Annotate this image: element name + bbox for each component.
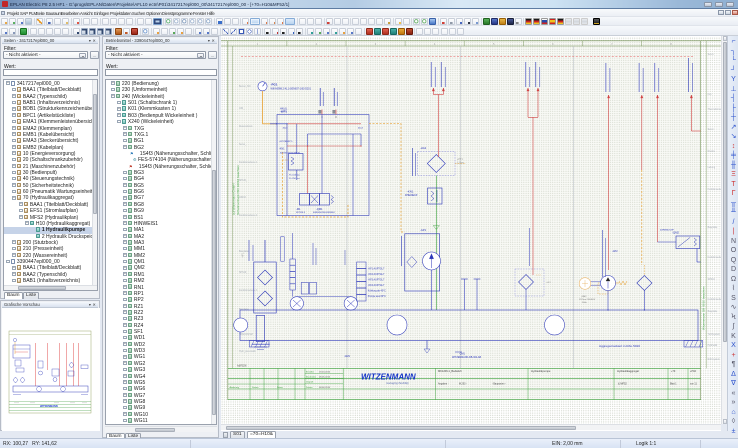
svg-text:TRAFO/GSM: TRAFO/GSM <box>239 333 253 336</box>
svg-text:Geprüft: Geprüft <box>306 381 314 384</box>
svg-text:50Hz: 50Hz <box>582 302 587 304</box>
svg-text:Bemer_NN: Bemer_NN <box>239 85 251 88</box>
svg-text:Änderung: Änderung <box>230 386 240 389</box>
svg-text:SPS10_: SPS10_ <box>239 272 248 274</box>
svg-text:-QM1: -QM1 <box>316 207 323 211</box>
svg-text:Hydraulikaggregat: Hydraulikaggregat <box>617 369 639 373</box>
svg-text:managing flexibility: managing flexibility <box>386 381 409 385</box>
svg-text:Datum: Datum <box>252 386 259 389</box>
svg-text:Reservekreis: Reservekreis <box>239 125 253 128</box>
svg-text:-PG1: -PG1 <box>271 83 278 87</box>
svg-text:+70: +70 <box>671 370 676 373</box>
svg-text:-HF2: -HF2 <box>546 282 552 284</box>
svg-text:-GM1: -GM1 <box>344 355 351 358</box>
svg-text:Funktionsebene 3: Funktionsebene 3 <box>239 289 258 292</box>
svg-text:Servo: Servo <box>708 128 715 131</box>
svg-text:-KN1: -KN1 <box>407 190 414 194</box>
svg-text:-M1: -M1 <box>296 207 301 211</box>
svg-text:Ersteller: Ersteller <box>306 370 314 373</box>
svg-text:-HF1: -HF1 <box>242 252 245 258</box>
svg-text:Funktionsebene 1: Funktionsebene 1 <box>708 188 721 191</box>
svg-text:RHEINECP: RHEINECP <box>405 194 418 197</box>
svg-text:MK1206-1_Bedieluft: MK1206-1_Bedieluft <box>438 369 462 373</box>
svg-text:Blatt 1: Blatt 1 <box>670 382 677 385</box>
svg-text:Bearbeitet: Bearbeitet <box>306 375 316 378</box>
svg-text:Drucks: Drucks <box>708 150 716 153</box>
svg-text:Leitung: Leitung <box>708 166 716 169</box>
svg-text:10N_: 10N_ <box>239 108 245 110</box>
svg-text:4WMM6J5X/F: 4WMM6J5X/F <box>660 230 675 232</box>
svg-text:& MF52: & MF52 <box>618 382 627 385</box>
svg-text:-KF2 AUFTGL7: -KF2 AUFTGL7 <box>368 273 385 276</box>
svg-text:Witzenmann DB 5010 beachten: Witzenmann DB 5010 beachten <box>702 286 706 330</box>
svg-text:-GM2: -GM2 <box>581 296 587 298</box>
svg-text:M.203 -: M.203 - <box>459 383 467 385</box>
svg-text:-KF3 AUFTGL7: -KF3 AUFTGL7 <box>368 279 385 282</box>
svg-text:08.06.2016: 08.06.2016 <box>319 376 331 378</box>
svg-text:WITZENMANN: WITZENMANN <box>40 404 58 408</box>
svg-text:Hydr_pneumatik: Hydr_pneumatik <box>239 350 257 353</box>
svg-text:Servo_: Servo_ <box>239 143 247 146</box>
svg-text:HKL6L: HKL6L <box>280 108 288 111</box>
svg-text:-KF4 AUFTGL7: -KF4 AUFTGL7 <box>368 284 385 287</box>
svg-text:Pumpe aus 60°C: Pumpe aus 60°C <box>368 295 386 298</box>
svg-text:Funktionsebene 1: Funktionsebene 1 <box>239 161 258 164</box>
svg-text:Funktionsebene 3: Funktionsebene 3 <box>708 298 721 301</box>
svg-text:10N02: 10N02 <box>239 197 246 199</box>
svg-text:Thermoforma: Thermoforma <box>708 108 721 111</box>
svg-text:Funktionsebene 2: Funktionsebene 2 <box>708 256 721 259</box>
svg-text:Tuchsystem: Tuchsystem <box>708 333 720 336</box>
svg-text:4bu3: 4bu3 <box>358 128 364 130</box>
svg-text:Servo: Servo <box>708 53 715 56</box>
svg-text:-GP2: -GP2 <box>612 250 618 253</box>
svg-text:Bauplatte: Bauplatte <box>239 308 249 311</box>
svg-text:18.04.2016: 18.04.2016 <box>319 371 331 373</box>
svg-text:Bauplatte: Bauplatte <box>239 250 249 253</box>
svg-text:BAV801/G3/4/SR-90: BAV801/G3/4/SR-90 <box>280 152 301 155</box>
svg-text:Hydraulik: Hydraulik <box>708 344 718 347</box>
svg-text:Bauplatte: Bauplatte <box>708 310 718 313</box>
svg-text:08.06.2016: 08.06.2016 <box>319 387 331 389</box>
svg-text:Funktionsebene 2: Funktionsebene 2 <box>239 214 258 217</box>
svg-text:Datum: Datum <box>306 386 313 389</box>
svg-text:Aggregat lackiert in RAL 5010: Aggregat lackiert in RAL 5010 <box>599 344 640 348</box>
svg-text:Rohrsystem: Rohrsystem <box>708 358 720 361</box>
svg-text:- Bauposten -: - Bauposten - <box>492 382 506 385</box>
svg-text:+H10: +H10 <box>690 370 697 373</box>
svg-text:Kühlung ab 40°C: Kühlung ab 40°C <box>368 290 386 293</box>
svg-text:1270cm 230/400V: 1270cm 230/400V <box>579 299 596 301</box>
svg-text:-HG2: -HG2 <box>420 146 427 150</box>
svg-text:A&F52/8: A&F52/8 <box>237 365 247 368</box>
svg-text:Name: Name <box>277 387 284 389</box>
svg-text:Schutzvermerk ISO 16016 beacht: Schutzvermerk ISO 16016 beachten <box>236 165 240 215</box>
svg-text:-KF1 AUFTGL7: -KF1 AUFTGL7 <box>368 268 385 271</box>
svg-text:4WE6D62/EG24N9K4: 4WE6D62/EG24N9K4 <box>313 212 335 214</box>
svg-text:-KN1: -KN1 <box>279 148 285 151</box>
svg-text:2.2bar: 2.2bar <box>457 161 464 164</box>
svg-text:WITZENMANN-DB-302-AB: WITZENMANN-DB-302-AB <box>452 356 481 359</box>
svg-text:SPS B_: SPS B_ <box>239 180 248 182</box>
svg-text:Pu 01X bar: Pu 01X bar <box>289 174 300 177</box>
svg-text:Angaben -: Angaben - <box>438 382 449 385</box>
svg-text:+BT2/BBKP 1-: +BT2/BBKP 1- <box>279 141 294 143</box>
svg-text:von 11: von 11 <box>690 383 697 385</box>
svg-text:Imp: Imp <box>708 94 713 96</box>
svg-text:WITZENMANN: WITZENMANN <box>361 373 416 382</box>
svg-text:4bu3: 4bu3 <box>283 128 289 130</box>
svg-text:Bauplatte: Bauplatte <box>708 226 718 229</box>
svg-text:SPS10: SPS10 <box>708 279 716 281</box>
svg-text:Hydraulikpumpe: Hydraulikpumpe <box>531 369 551 373</box>
svg-text:-GP1: -GP1 <box>420 228 427 232</box>
svg-text:WIKA9998.2-KL1.6/EN837-1/63-D2: WIKA9998.2-KL1.6/EN837-1/63-D201 <box>271 87 312 90</box>
svg-text:WITZ6L3: WITZ6L3 <box>296 212 306 214</box>
svg-text:Ps 250 bar: Ps 250 bar <box>289 177 300 180</box>
